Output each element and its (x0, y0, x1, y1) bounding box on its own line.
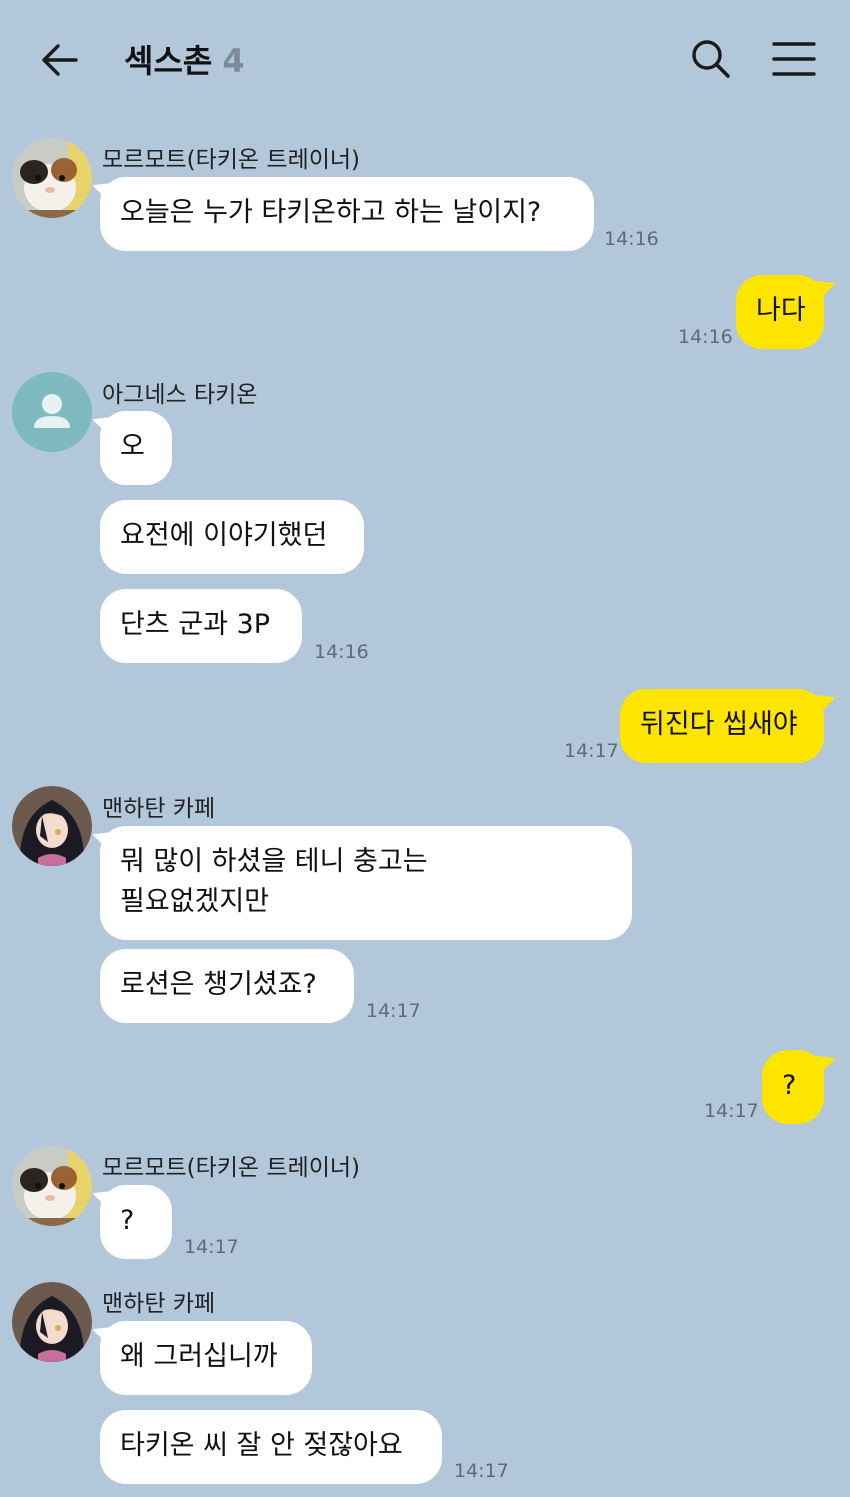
sender-name: 맨하탄 카페 (102, 796, 216, 822)
search-icon[interactable] (688, 36, 734, 82)
my-message-bubble[interactable]: 뒤진다 씹새야 (620, 689, 824, 763)
sender-name: 맨하탄 카페 (102, 1291, 216, 1317)
timestamp: 14:16 (604, 228, 659, 250)
timestamp: 14:17 (454, 1460, 509, 1482)
message-bubble[interactable]: 로션은 챙기셨죠? (100, 949, 354, 1023)
timestamp: 14:17 (704, 1100, 759, 1122)
message-bubble[interactable]: 요전에 이야기했던 (100, 500, 364, 574)
avatar-anime-girl[interactable] (12, 786, 92, 866)
sender-name: 모르모트(타키온 트레이너) (102, 147, 361, 173)
menu-icon[interactable] (770, 40, 818, 78)
my-message-bubble[interactable]: ? (762, 1050, 824, 1124)
message-bubble[interactable]: 왜 그러십니까 (100, 1321, 312, 1395)
sender-name: 모르모트(타키온 트레이너) (102, 1155, 361, 1181)
timestamp: 14:17 (564, 740, 619, 762)
timestamp: 14:17 (366, 1000, 421, 1022)
bubble-tail (816, 1056, 835, 1078)
message-line: 필요없겠지만 (120, 886, 270, 917)
message-bubble[interactable]: 단츠 군과 3P (100, 589, 302, 663)
bubble-tail (816, 281, 835, 303)
avatar-guinea-pig[interactable] (12, 1146, 92, 1226)
message-bubble[interactable]: ? (100, 1185, 172, 1259)
sender-name: 아그네스 타키온 (102, 382, 258, 408)
back-arrow-icon[interactable] (38, 38, 82, 82)
timestamp: 14:17 (184, 1236, 239, 1258)
timestamp: 14:16 (678, 326, 733, 348)
message-bubble-multiline[interactable]: 뭐 많이 하셨을 테니 충고는 필요없겠지만 (100, 826, 632, 940)
member-count: 4 (222, 42, 245, 80)
my-message-bubble[interactable]: 나다 (736, 275, 824, 349)
avatar-anime-girl[interactable] (12, 1282, 92, 1362)
message-line: 뭐 많이 하셨을 테니 충고는 (120, 846, 428, 877)
avatar-guinea-pig[interactable] (12, 138, 92, 218)
chat-room-name: 섹스촌 (124, 42, 213, 80)
message-bubble[interactable]: 오 (100, 411, 172, 485)
message-bubble[interactable]: 오늘은 누가 타키온하고 하는 날이지? (100, 177, 594, 251)
chat-title: 섹스촌 4 (124, 36, 245, 82)
bubble-tail (816, 695, 835, 717)
message-bubble[interactable]: 타키온 씨 잘 안 젖잖아요 (100, 1410, 442, 1484)
avatar-default[interactable] (12, 372, 92, 452)
timestamp: 14:16 (314, 641, 369, 663)
